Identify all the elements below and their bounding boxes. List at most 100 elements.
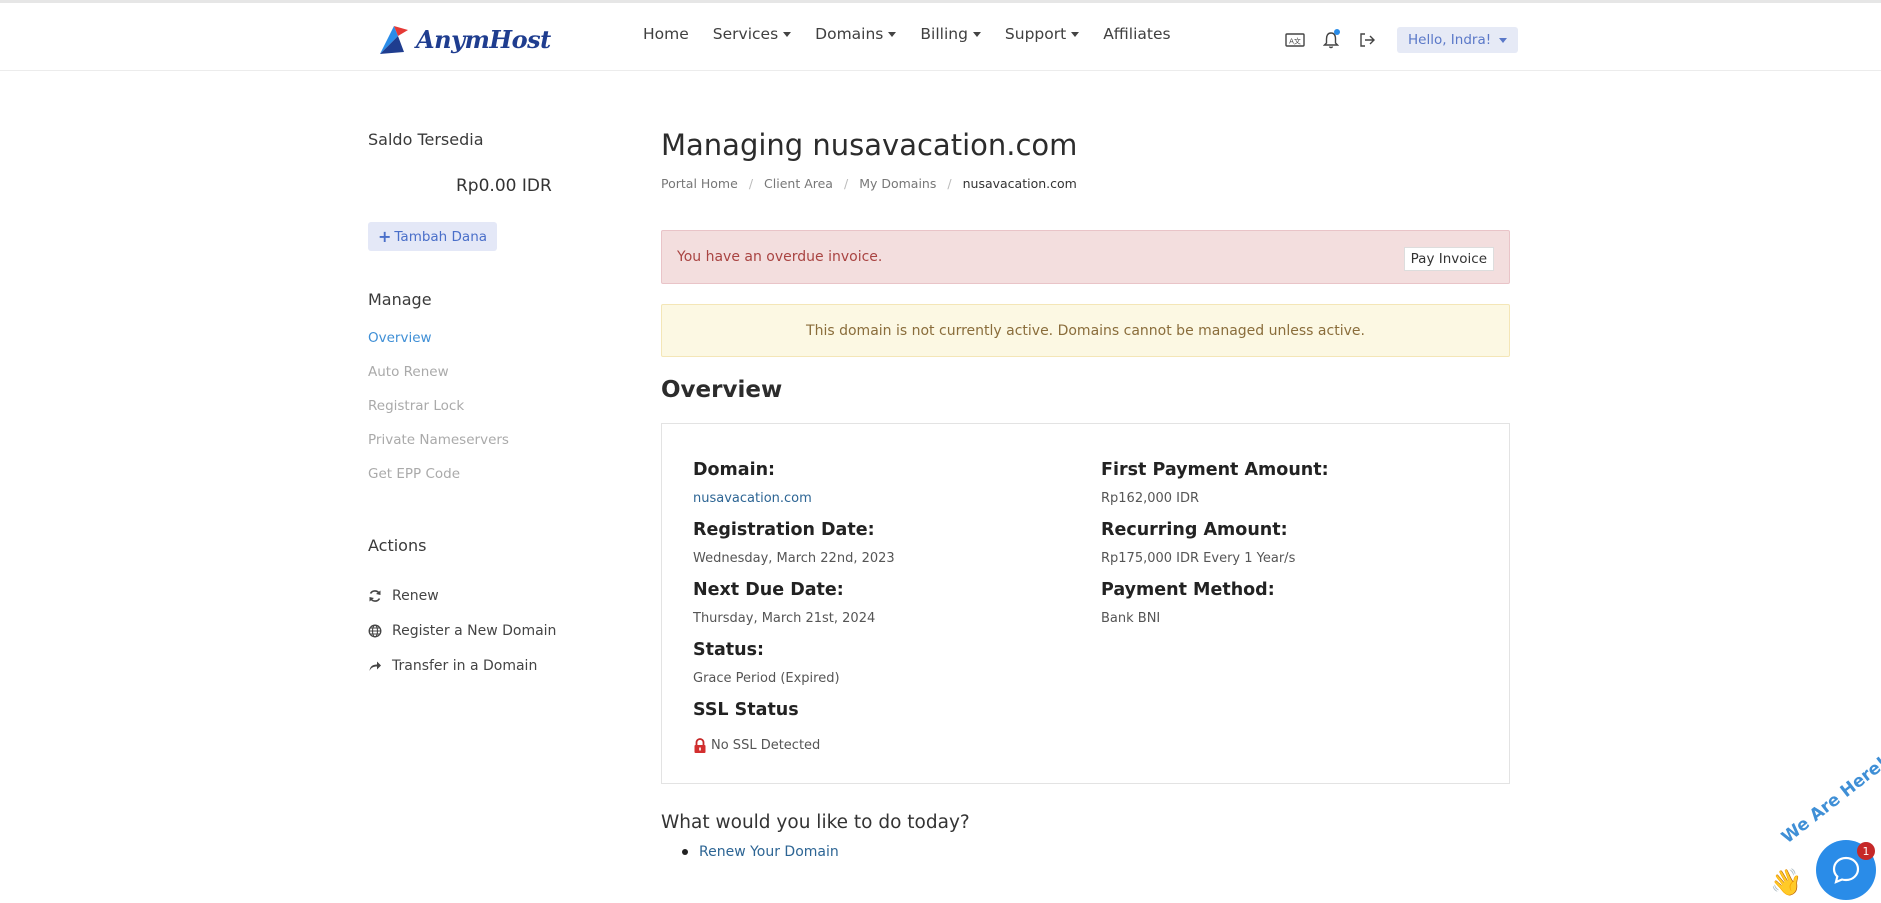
action-register-domain-label: Register a New Domain (392, 622, 557, 639)
caret-down-icon (888, 31, 897, 37)
add-funds-button[interactable]: + Tambah Dana (368, 222, 498, 251)
breadcrumb-current: nusavacation.com (962, 176, 1077, 191)
next-due-date-label: Next Due Date: (693, 580, 844, 600)
sidebar-item-registrar-lock[interactable]: Registrar Lock (368, 398, 509, 432)
chat-widget: We Are Here! 👋 1 (1762, 753, 1881, 900)
domain-value-link[interactable]: nusavacation.com (693, 491, 895, 520)
add-funds-label: Tambah Dana (394, 228, 488, 245)
sidebar-item-overview[interactable]: Overview (368, 330, 509, 364)
breadcrumb-my-domains[interactable]: My Domains (859, 176, 936, 191)
next-due-date-value: Thursday, March 21st, 2024 (693, 611, 876, 626)
waving-hand-icon: 👋 (1770, 868, 1803, 898)
plus-icon: + (378, 227, 392, 246)
nav-affiliates-label: Affiliates (1103, 25, 1171, 43)
payment-method-label: Payment Method: (1101, 580, 1275, 600)
nav-services-label: Services (712, 25, 779, 43)
recurring-amount-label: Recurring Amount: (1101, 520, 1288, 540)
action-renew-label: Renew (392, 587, 439, 604)
nav-services[interactable]: Services (712, 25, 792, 43)
sidebar-item-get-epp-code[interactable]: Get EPP Code (368, 466, 509, 500)
pay-invoice-button[interactable]: Pay Invoice (1403, 247, 1494, 271)
domain-inactive-text: This domain is not currently active. Dom… (806, 322, 1365, 339)
bell-icon[interactable] (1319, 29, 1343, 51)
registration-date-value: Wednesday, March 22nd, 2023 (693, 551, 895, 566)
caret-down-icon (783, 31, 792, 37)
nav-affiliates[interactable]: Affiliates (1103, 25, 1170, 43)
actions-heading: Actions (368, 536, 427, 555)
notification-dot (1334, 29, 1340, 35)
nav-home[interactable]: Home (643, 25, 689, 43)
action-register-domain[interactable]: Register a New Domain (368, 613, 556, 648)
caret-down-icon (1499, 37, 1508, 43)
first-payment-label: First Payment Amount: (1101, 460, 1329, 480)
breadcrumb: Portal Home / Client Area / My Domains /… (661, 176, 1510, 191)
nav-support-label: Support (1004, 25, 1067, 43)
navbar: AnymHost Home Services Domains Billing S… (0, 3, 1881, 71)
balance-amount: Rp0.00 IDR (456, 176, 552, 196)
manage-links: Overview Auto Renew Registrar Lock Priva… (368, 330, 509, 500)
sidebar-item-auto-renew[interactable]: Auto Renew (368, 364, 509, 398)
chat-bubble-icon (1832, 856, 1860, 884)
domain-label: Domain: (693, 460, 776, 480)
action-renew[interactable]: Renew (368, 578, 556, 613)
breadcrumb-separator: / (843, 176, 849, 191)
user-menu-button[interactable]: Hello, Indra! (1397, 27, 1519, 53)
action-transfer-domain-label: Transfer in a Domain (392, 657, 538, 674)
logo[interactable]: AnymHost (378, 19, 551, 59)
status-value: Grace Period (Expired) (693, 671, 840, 686)
logout-icon[interactable] (1355, 29, 1379, 51)
nav-icons: A文 Hello, Indra! (1283, 27, 1519, 53)
todo-title: What would you like to do today? (661, 812, 970, 833)
caret-down-icon (972, 31, 981, 37)
logo-mark-icon (380, 26, 408, 54)
share-icon (369, 661, 381, 671)
chat-tagline: We Are Here! (1778, 753, 1881, 848)
breadcrumb-portal-home[interactable]: Portal Home (661, 176, 738, 191)
status-label: Status: (693, 640, 765, 660)
overview-left-column: Domain: nusavacation.com Registration Da… (693, 460, 895, 760)
main-content: Managing nusavacation.com Portal Home / … (661, 128, 1510, 860)
caret-down-icon (1071, 31, 1080, 37)
ssl-status: No SSL Detected (693, 731, 895, 760)
ssl-status-label: SSL Status (693, 700, 799, 720)
page-title: Managing nusavacation.com (661, 128, 1078, 162)
overdue-invoice-text: You have an overdue invoice. (677, 249, 883, 265)
nav-home-label: Home (643, 25, 689, 43)
action-transfer-domain[interactable]: Transfer in a Domain (368, 648, 556, 683)
user-greeting: Hello, Indra! (1408, 32, 1492, 48)
bullet (682, 849, 688, 855)
breadcrumb-client-area[interactable]: Client Area (764, 176, 833, 191)
nav-domains-label: Domains (815, 25, 884, 43)
breadcrumb-separator: / (748, 176, 754, 191)
refresh-icon (369, 589, 381, 602)
nav-support[interactable]: Support (1004, 25, 1080, 43)
renew-domain-link[interactable]: Renew Your Domain (699, 844, 839, 860)
overdue-invoice-alert: You have an overdue invoice. Pay Invoice (661, 230, 1510, 284)
actions-list: Renew Register a New Domain Transfer in … (368, 578, 556, 683)
currency-icon[interactable]: A文 (1283, 29, 1307, 51)
domain-inactive-alert: This domain is not currently active. Dom… (661, 304, 1510, 357)
nav-billing-label: Billing (920, 25, 968, 43)
payment-method-value: Bank BNI (1101, 611, 1161, 626)
first-payment-value: Rp162,000 IDR (1101, 491, 1200, 506)
overview-title: Overview (661, 377, 783, 403)
sidebar-item-private-nameservers[interactable]: Private Nameservers (368, 432, 509, 466)
nav-billing[interactable]: Billing (920, 25, 981, 43)
logo-text: AnymHost (416, 24, 551, 54)
todo-list-item: Renew Your Domain (682, 844, 839, 860)
balance-title: Saldo Tersedia (368, 130, 484, 149)
overview-right-column: First Payment Amount: Rp162,000 IDR Recu… (1101, 460, 1329, 640)
recurring-amount-value: Rp175,000 IDR Every 1 Year/s (1101, 551, 1296, 566)
nav-domains[interactable]: Domains (815, 25, 897, 43)
manage-heading: Manage (368, 290, 432, 309)
breadcrumb-separator: / (947, 176, 952, 191)
main-nav: Home Services Domains Billing Support Af… (643, 25, 1195, 43)
chat-unread-badge: 1 (1857, 842, 1875, 860)
lock-icon (694, 737, 706, 753)
ssl-status-value: No SSL Detected (711, 738, 821, 753)
sidebar: Saldo Tersedia Rp0.00 IDR + Tambah Dana … (368, 130, 568, 674)
registration-date-label: Registration Date: (693, 520, 875, 540)
overview-panel: Domain: nusavacation.com Registration Da… (661, 423, 1510, 784)
globe-icon (368, 624, 382, 637)
svg-text:A文: A文 (1289, 37, 1301, 46)
